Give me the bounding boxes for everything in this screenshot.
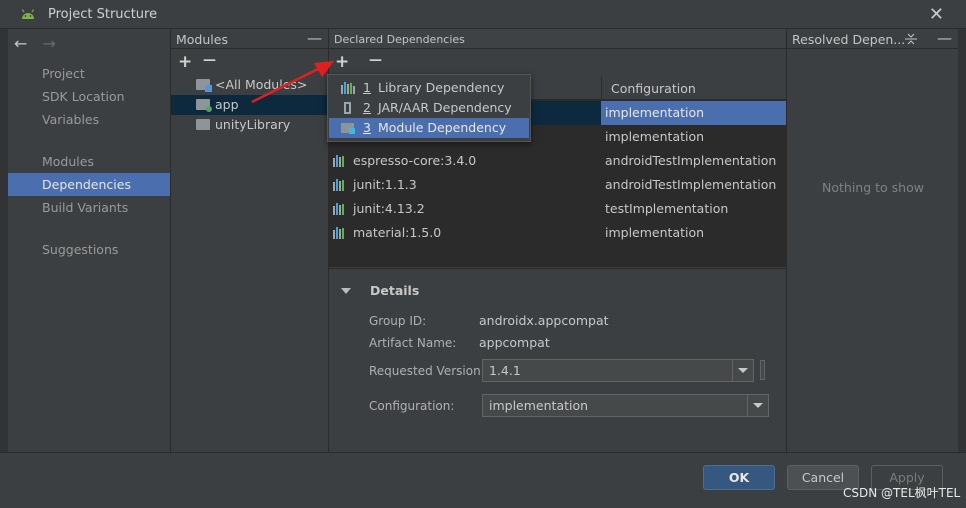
forward-arrow-icon[interactable]: → <box>43 34 56 53</box>
resolved-dependencies-panel: Resolved Depen... — Nothing to show <box>786 29 958 452</box>
dependency-configuration: androidTestImplementation <box>605 153 777 168</box>
annotation-arrow-icon <box>251 61 334 104</box>
collapse-all-icon[interactable] <box>905 33 917 45</box>
configuration-value: implementation <box>489 398 589 413</box>
menu-item-label: Module Dependency <box>378 120 507 135</box>
group-id-label: Group ID: <box>369 314 427 328</box>
chevron-down-icon[interactable] <box>732 360 753 381</box>
dependency-configuration: implementation <box>605 105 705 120</box>
dependency-configuration: implementation <box>605 129 705 144</box>
add-module-button[interactable]: + <box>178 53 192 71</box>
dependency-configuration: androidTestImplementation <box>605 177 777 192</box>
modules-header: Modules <box>176 32 228 47</box>
menu-item-module-dependency[interactable]: 3 Module Dependency <box>329 118 529 138</box>
menu-item-library-dependency[interactable]: 1 Library Dependency <box>329 78 529 98</box>
artifact-name-label: Artifact Name: <box>369 336 457 350</box>
menu-item-number: 2 <box>363 100 371 115</box>
version-search-button[interactable] <box>760 360 765 380</box>
remove-dependency-button[interactable]: — <box>369 52 382 70</box>
module-icon <box>196 119 210 130</box>
dependency-name: junit:4.13.2 <box>353 201 425 216</box>
menu-item-jar-aar-dependency[interactable]: 2 JAR/AAR Dependency <box>329 98 529 118</box>
dependency-configuration: testImplementation <box>605 201 729 216</box>
background-ide-edge <box>958 29 966 452</box>
artifact-name-value: appcompat <box>479 335 550 350</box>
requested-version-combo[interactable]: 1.4.1 <box>482 359 754 382</box>
library-icon <box>333 203 344 215</box>
dependency-name: espresso-core:3.4.0 <box>353 153 477 168</box>
library-icon <box>333 155 344 167</box>
dependency-name: material:1.5.0 <box>353 225 442 240</box>
nav-item-build-variants[interactable]: Build Variants <box>8 196 170 219</box>
dependency-row[interactable]: junit:1.1.3 androidTestImplementation <box>329 173 787 197</box>
back-arrow-icon[interactable]: ← <box>14 34 27 53</box>
menu-item-number: 1 <box>363 80 371 95</box>
chevron-down-icon[interactable] <box>747 395 768 416</box>
library-icon <box>333 179 344 191</box>
dependency-row[interactable]: espresso-core:3.4.0 androidTestImplementa… <box>329 149 787 173</box>
add-dependency-popup-menu: 1 Library Dependency 2 JAR/AAR Dependenc… <box>327 74 531 142</box>
watermark-text: CSDN @TEL枫叶TEL <box>843 486 961 500</box>
ok-button[interactable]: OK <box>703 465 775 490</box>
configuration-label: Configuration: <box>369 399 455 413</box>
module-item-unitylibrary[interactable]: unityLibrary <box>196 115 290 135</box>
nav-item-dependencies[interactable]: Dependencies <box>8 173 170 196</box>
menu-item-label: JAR/AAR Dependency <box>378 100 512 115</box>
close-icon[interactable]: ✕ <box>929 4 944 25</box>
window-title: Project Structure <box>48 7 158 22</box>
group-id-value: androidx.appcompat <box>479 313 609 328</box>
nav-item-suggestions[interactable]: Suggestions <box>8 238 170 261</box>
requested-version-value: 1.4.1 <box>489 363 521 378</box>
collapse-triangle-icon[interactable] <box>341 288 351 294</box>
dependency-configuration: implementation <box>605 225 705 240</box>
title-bar: Project Structure ✕ <box>0 0 966 29</box>
collapse-resolved-icon[interactable]: — <box>937 29 952 47</box>
menu-item-number: 3 <box>363 120 371 135</box>
collapse-modules-icon[interactable]: — <box>307 29 322 47</box>
background-ide-edge <box>0 29 8 452</box>
jar-icon <box>344 102 351 114</box>
nav-item-project[interactable]: Project <box>8 62 170 85</box>
details-header: Details <box>370 283 420 298</box>
column-header-configuration[interactable]: Configuration <box>601 77 787 100</box>
library-icon <box>333 227 344 239</box>
module-label: unityLibrary <box>215 117 291 132</box>
library-icon <box>341 82 355 94</box>
dialog-footer: OK Cancel Apply CSDN @TEL枫叶TEL <box>0 452 966 508</box>
nav-item-modules[interactable]: Modules <box>8 150 170 173</box>
android-icon <box>21 9 35 19</box>
dependency-row[interactable]: junit:4.13.2 testImplementation <box>329 197 787 221</box>
all-modules-icon <box>196 79 212 92</box>
module-label: app <box>215 97 239 112</box>
nav-item-sdk-location[interactable]: SDK Location <box>8 85 170 108</box>
menu-item-label: Library Dependency <box>378 80 505 95</box>
dependency-name: junit:1.1.3 <box>353 177 417 192</box>
resolved-dependencies-header: Resolved Depen... <box>792 32 906 47</box>
empty-state-text: Nothing to show <box>822 180 924 195</box>
dependency-row[interactable]: material:1.5.0 implementation <box>329 221 787 245</box>
nav-item-variables[interactable]: Variables <box>8 108 170 131</box>
left-navigation: ← → Project SDK Location Variables Modul… <box>8 29 170 452</box>
details-panel: Details Group ID: androidx.appcompat Art… <box>329 268 787 452</box>
declared-dependencies-header: Declared Dependencies <box>334 33 465 46</box>
configuration-combo[interactable]: implementation <box>482 394 769 417</box>
requested-version-label: Requested Version: <box>369 364 485 378</box>
remove-module-button[interactable]: — <box>203 52 216 70</box>
module-app-icon <box>196 99 212 112</box>
module-icon <box>341 123 355 134</box>
